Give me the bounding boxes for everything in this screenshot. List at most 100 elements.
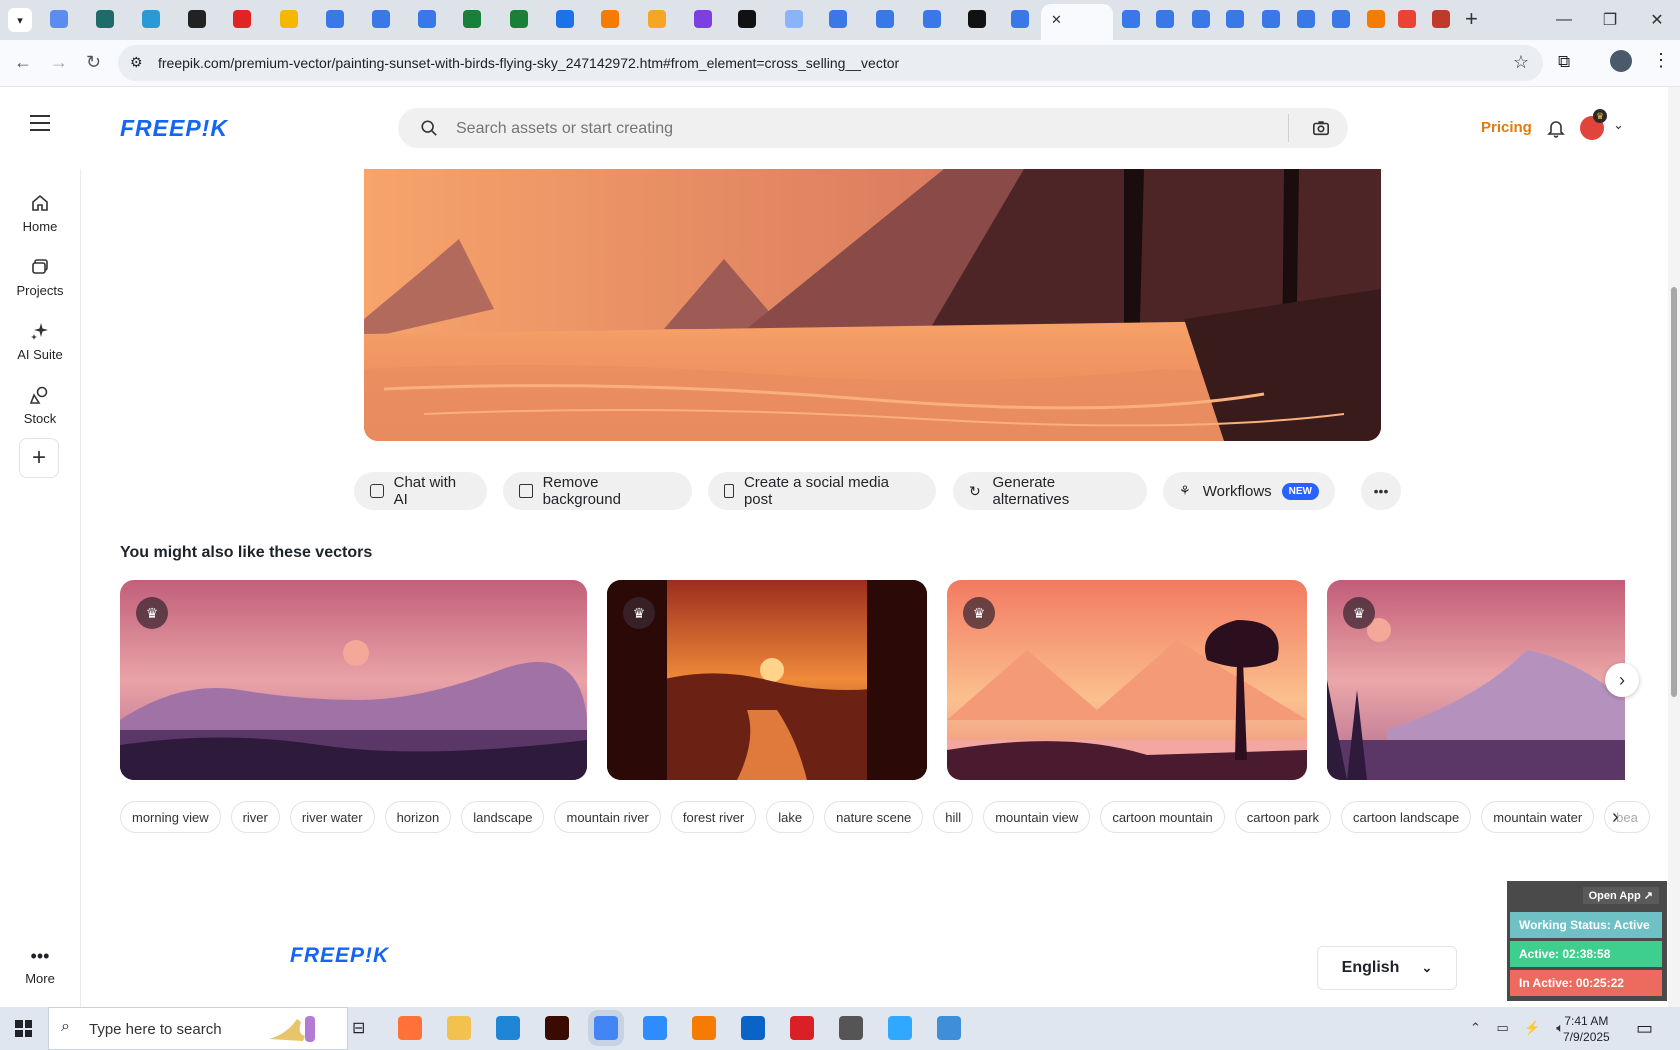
browser-tab[interactable] (923, 10, 941, 28)
tag-chip[interactable]: mountain view (983, 801, 1091, 833)
browser-tab[interactable] (142, 10, 160, 28)
browser-tab[interactable] (188, 10, 206, 28)
firefox-icon[interactable] (398, 1016, 422, 1040)
browser-tab[interactable] (1122, 10, 1140, 28)
tag-chip[interactable]: river water (289, 801, 375, 833)
tag-chip[interactable]: river (230, 801, 280, 833)
tag-chip[interactable]: forest river (670, 801, 757, 833)
tag-chip[interactable]: horizon (384, 801, 452, 833)
browser-tab[interactable] (648, 10, 666, 28)
tag-chip[interactable]: cartoon landscape (1341, 801, 1472, 833)
url-text[interactable]: freepik.com/premium-vector/painting-suns… (158, 55, 899, 71)
browser-tab[interactable] (510, 10, 528, 28)
browser-tab[interactable] (96, 10, 114, 28)
tab-search-button[interactable]: ▾ (8, 8, 32, 32)
photoshop-icon[interactable] (888, 1016, 912, 1040)
bell-icon[interactable] (1546, 118, 1566, 138)
browser-tab[interactable] (694, 10, 712, 28)
browser-tab[interactable] (738, 10, 756, 28)
footer-freepik-logo[interactable]: FREEP!K (290, 944, 389, 968)
open-app-button[interactable]: Open App ↗ (1582, 887, 1659, 904)
extensions-icon[interactable]: ⧉ (1558, 52, 1570, 72)
hamburger-menu-icon[interactable] (30, 115, 50, 131)
sidebar-item-stock[interactable]: Stock (0, 385, 80, 426)
system-tray-icons[interactable]: ⌃ ▭ ⚡ 🔈︎ (1470, 1020, 1570, 1036)
tag-chip[interactable]: cartoon mountain (1100, 801, 1225, 833)
tag-chip[interactable]: landscape (461, 801, 545, 833)
sidebar-item-more[interactable]: ••• More (0, 947, 80, 986)
browser-tab[interactable] (785, 10, 803, 28)
address-bar[interactable]: ⚙ freepik.com/premium-vector/painting-su… (118, 45, 1543, 81)
remove-background-button[interactable]: Remove background (503, 472, 692, 510)
pen-icon[interactable] (839, 1016, 863, 1040)
tags-next-icon[interactable]: › (1612, 806, 1619, 829)
language-select[interactable]: English ⌄ (1317, 946, 1457, 990)
browser-menu-icon[interactable]: ⋮ (1652, 50, 1670, 71)
chevron-down-icon[interactable]: ⌄ (1613, 117, 1624, 133)
outlook-icon[interactable] (741, 1016, 765, 1040)
browser-tab[interactable] (280, 10, 298, 28)
more-tools-button[interactable]: ••• (1361, 472, 1401, 510)
browser-tab[interactable] (372, 10, 390, 28)
vscode-icon[interactable] (496, 1016, 520, 1040)
restore-button[interactable]: ❐ (1598, 8, 1622, 32)
sidebar-item-home[interactable]: Home (0, 193, 80, 234)
add-button[interactable]: + (19, 438, 59, 478)
illustrator-icon[interactable] (545, 1016, 569, 1040)
close-window-button[interactable]: ✕ (1645, 8, 1669, 32)
notification-icon[interactable]: ▭ (1636, 1018, 1653, 1039)
browser-tab[interactable] (233, 10, 251, 28)
active-tab[interactable]: ✕ (1041, 4, 1113, 40)
reload-button[interactable]: ↻ (86, 52, 101, 73)
tag-chip[interactable]: morning view (120, 801, 221, 833)
user-avatar[interactable]: ♛ (1580, 109, 1607, 140)
freepik-logo[interactable]: FREEP!K (120, 115, 228, 142)
browser-tab[interactable] (556, 10, 574, 28)
browser-tab[interactable] (1011, 10, 1029, 28)
chrome-icon[interactable] (594, 1016, 618, 1040)
pricing-link[interactable]: Pricing (1481, 119, 1532, 136)
windows-start-icon[interactable] (15, 1020, 32, 1037)
tag-chip[interactable]: mountain river (554, 801, 661, 833)
creative-cloud-icon[interactable] (790, 1016, 814, 1040)
tag-chip[interactable]: hill (933, 801, 974, 833)
tag-chip[interactable]: mountain water (1481, 801, 1595, 833)
file-explorer-icon[interactable] (447, 1016, 471, 1040)
browser-tab[interactable] (463, 10, 481, 28)
browser-tab[interactable] (1156, 10, 1174, 28)
sidebar-item-projects[interactable]: Projects (0, 257, 80, 298)
browser-tab[interactable] (326, 10, 344, 28)
related-card[interactable]: ♛ (120, 580, 587, 780)
taskbar-search[interactable]: ⌕ Type here to search (48, 1007, 348, 1050)
new-tab-button[interactable]: + (1465, 6, 1478, 32)
browser-tab[interactable] (1262, 10, 1280, 28)
scroll-thumb[interactable] (1671, 287, 1677, 697)
browser-tab[interactable] (1367, 10, 1385, 28)
sidebar-item-ai-suite[interactable]: AI Suite (0, 321, 80, 362)
taskbar-clock[interactable]: 7:41 AM 7/9/2025 (1563, 1013, 1610, 1045)
browser-tab[interactable] (50, 10, 68, 28)
tag-chip[interactable]: cartoon park (1234, 801, 1332, 833)
browser-tab[interactable] (1226, 10, 1244, 28)
browser-tab[interactable] (418, 10, 436, 28)
forward-button[interactable]: → (50, 52, 68, 73)
workflows-button[interactable]: ⚘ Workflows NEW (1163, 472, 1335, 510)
browser-tab[interactable] (1332, 10, 1350, 28)
minimize-button[interactable]: — (1552, 8, 1576, 32)
browser-tab[interactable] (1297, 10, 1315, 28)
generate-alternatives-button[interactable]: ↻ Generate alternatives (953, 472, 1147, 510)
app-icon[interactable] (937, 1016, 961, 1040)
tag-chip[interactable]: lake (766, 801, 815, 833)
page-scrollbar[interactable] (1668, 87, 1680, 1007)
camera-icon[interactable] (1312, 119, 1330, 137)
site-info-icon[interactable]: ⚙ (130, 54, 143, 71)
close-tab-icon[interactable]: ✕ (1051, 12, 1062, 28)
main-preview-image[interactable] (364, 169, 1381, 441)
chat-with-ai-button[interactable]: Chat with AI (354, 472, 487, 510)
zoom-icon[interactable] (643, 1016, 667, 1040)
create-social-post-button[interactable]: Create a social media post (708, 472, 936, 510)
back-button[interactable]: ← (14, 52, 32, 73)
browser-tab[interactable] (1432, 10, 1450, 28)
related-card[interactable]: ♛ (1327, 580, 1625, 780)
carousel-next-button[interactable]: › (1605, 663, 1639, 697)
